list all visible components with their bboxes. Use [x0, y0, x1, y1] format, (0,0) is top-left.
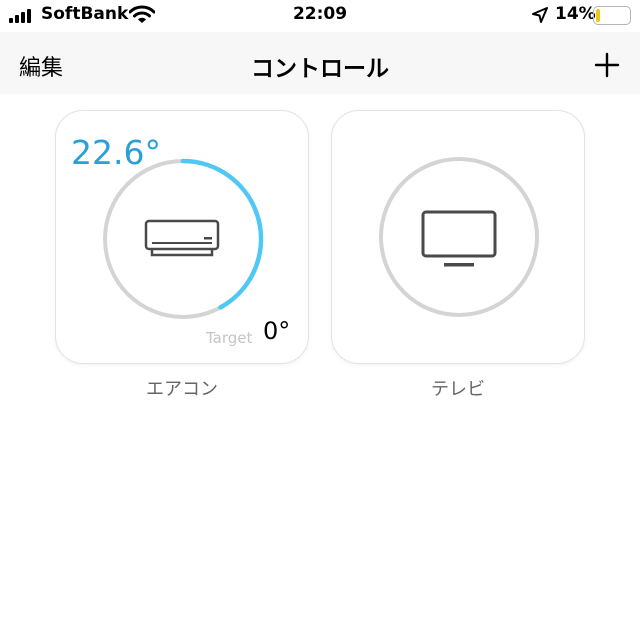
status-bar: SoftBank 22:09 14% [0, 0, 640, 32]
device-card-tv[interactable] [331, 110, 585, 364]
location-arrow-icon [532, 7, 548, 23]
tv-icon [421, 210, 497, 267]
battery-level-fill [596, 9, 600, 22]
device-name-tv: テレビ [431, 379, 485, 400]
nav-bar: 編集 コントロール [0, 32, 640, 94]
device-card-aircon[interactable]: 22.6° Target 0° [55, 110, 309, 364]
air-conditioner-icon [144, 219, 220, 257]
page-title: コントロール [251, 56, 389, 82]
plus-icon[interactable] [594, 52, 620, 78]
battery-icon [593, 6, 631, 25]
target-label: Target [206, 329, 253, 347]
current-temperature: 22.6° [71, 133, 161, 172]
battery-percent: 14% [555, 4, 596, 24]
device-name-aircon: エアコン [146, 379, 218, 400]
target-temperature: 0° [263, 317, 291, 345]
